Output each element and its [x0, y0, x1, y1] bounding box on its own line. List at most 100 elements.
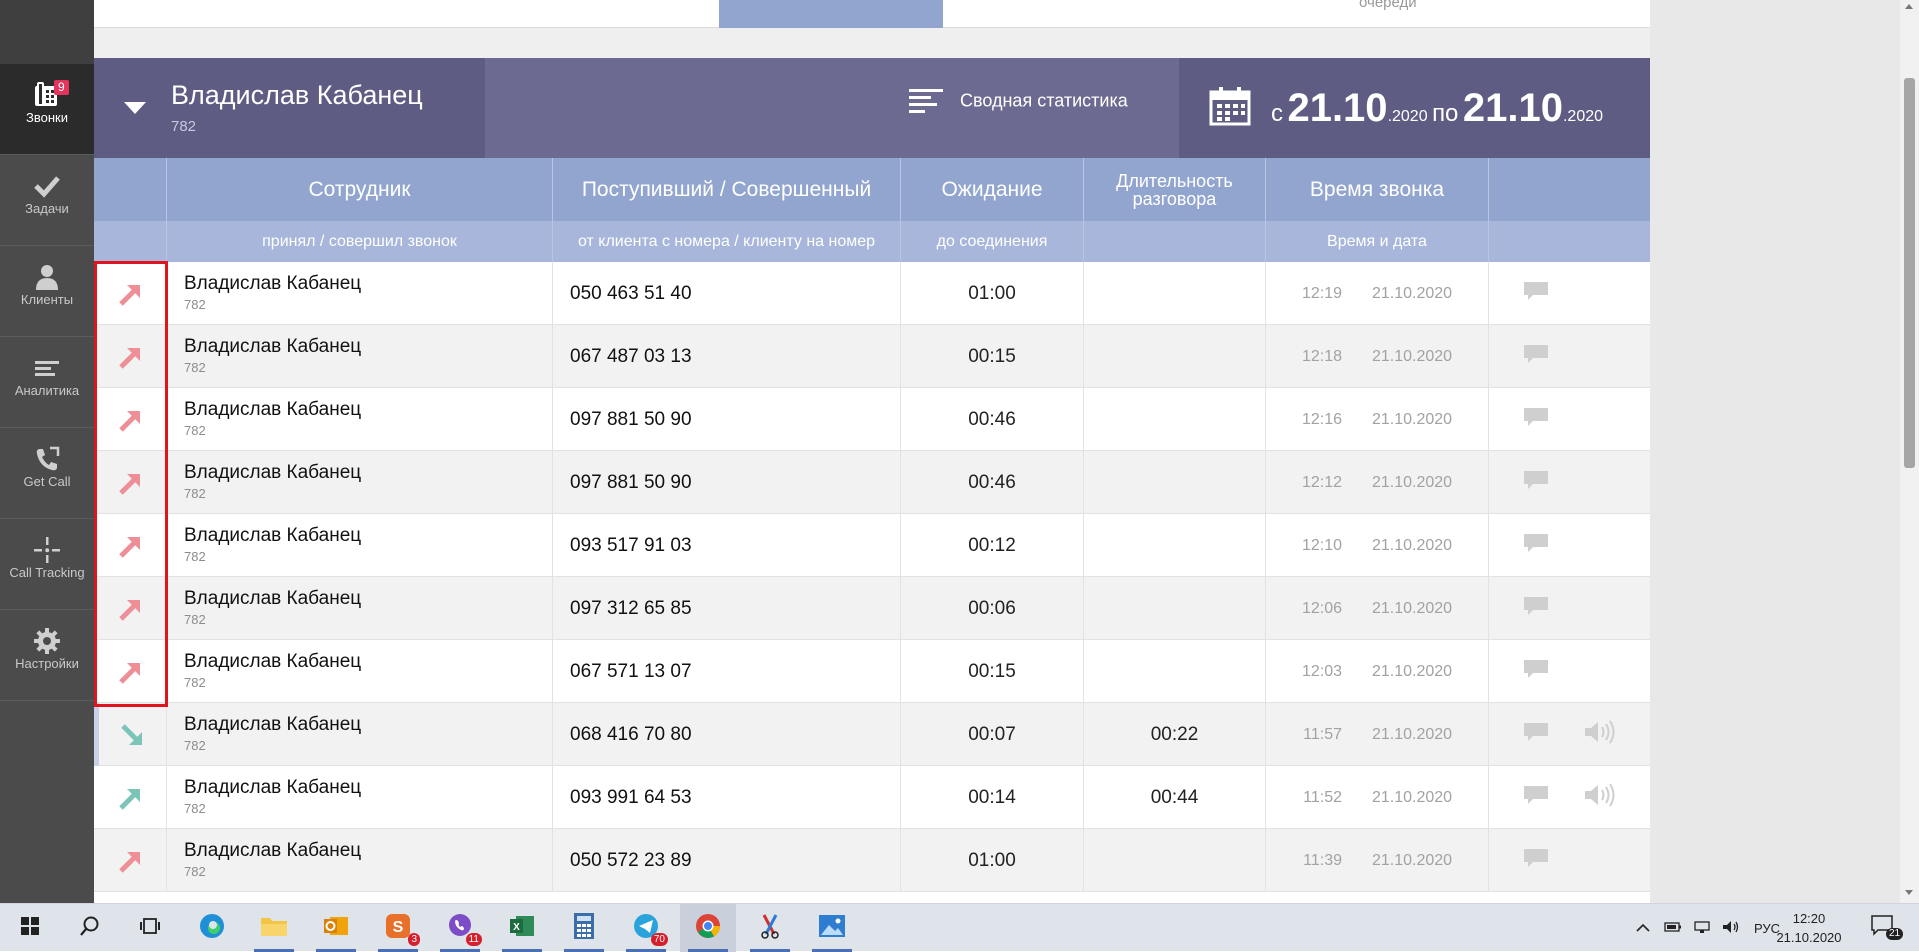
call-datetime: 11:57 21.10.2020	[1265, 703, 1488, 766]
sidebar-item-call-tracking[interactable]: Call Tracking	[0, 519, 94, 610]
chevron-up-icon[interactable]	[1636, 921, 1650, 936]
summary-stats-button[interactable]: Сводная статистика	[909, 88, 1128, 114]
comment-icon[interactable]	[1523, 785, 1549, 810]
call-direction-icon	[94, 451, 166, 514]
employee-name: Владислав Кабанец	[184, 777, 362, 798]
table-row[interactable]: Владислав Кабанец 782 097 312 65 85 00:06 12…	[94, 577, 1650, 640]
comment-icon[interactable]	[1523, 281, 1549, 306]
employee-header: Владислав Кабанец 782 Сводная статистика…	[94, 58, 1650, 158]
gear-icon	[0, 610, 94, 656]
sidebar-item-calls[interactable]: 9 Звонки	[0, 64, 94, 155]
taskbar-windows-start[interactable]	[0, 904, 60, 952]
phone-number: 097 881 50 90	[552, 451, 900, 514]
wait-time: 00:15	[900, 325, 1083, 388]
clock[interactable]: 12:20 21.10.2020	[1764, 909, 1854, 947]
table-row[interactable]: Владислав Кабанец 782 093 991 64 53 00:14 00…	[94, 766, 1650, 829]
header-number[interactable]: Поступивший / Совершенный	[552, 158, 900, 221]
taskbar-calculator[interactable]	[556, 904, 612, 952]
employee-name: Владислав Кабанец	[184, 840, 362, 861]
table-row[interactable]: Владислав Кабанец 782 067 571 13 07 00:15 12…	[94, 640, 1650, 703]
speaker-icon[interactable]	[1583, 720, 1615, 749]
call-date: 21.10.2020	[1372, 284, 1453, 302]
calculator-icon	[573, 912, 595, 945]
sidebar-item-clients[interactable]: Клиенты	[0, 246, 94, 337]
wait-time: 00:12	[900, 514, 1083, 577]
call-direction-icon	[94, 388, 166, 451]
network-icon[interactable]	[1694, 920, 1710, 937]
calls-table-body: Владислав Кабанец 782 050 463 51 40 01:00 12…	[94, 262, 1650, 892]
scroll-up-icon[interactable]	[1905, 4, 1913, 9]
sidebar-item-settings[interactable]: Настройки	[0, 610, 94, 701]
taskbar-skype[interactable]: S3	[370, 904, 426, 952]
employee-name: Владислав Кабанец	[184, 588, 362, 609]
taskbar-badge: 11	[465, 933, 482, 946]
taskbar-excel[interactable]: X	[494, 904, 550, 952]
table-row[interactable]: Владислав Кабанец 782 067 487 03 13 00:15 12…	[94, 325, 1650, 388]
taskbar-snipping-tool[interactable]	[742, 904, 798, 952]
vertical-scrollbar[interactable]	[1900, 0, 1919, 903]
comment-icon[interactable]	[1523, 407, 1549, 432]
comment-icon[interactable]	[1523, 848, 1549, 873]
header-wait[interactable]: Ожидание	[900, 158, 1083, 221]
sidebar: 9 Звонки Задачи Клиенты Аналитика Get Ca…	[0, 0, 94, 903]
taskbar-viber[interactable]: 11	[432, 904, 488, 952]
taskbar-file-explorer[interactable]	[246, 904, 302, 952]
talk-duration	[1083, 388, 1265, 451]
speaker-icon[interactable]	[1583, 783, 1615, 812]
scroll-down-icon[interactable]	[1905, 890, 1913, 895]
comment-icon[interactable]	[1523, 722, 1549, 747]
phone-number: 097 881 50 90	[552, 388, 900, 451]
comment-icon[interactable]	[1523, 470, 1549, 495]
taskbar-search[interactable]	[62, 904, 118, 952]
battery-icon[interactable]	[1664, 921, 1682, 936]
taskbar-edge[interactable]	[184, 904, 240, 952]
header-duration[interactable]: Длительность разговора	[1083, 158, 1265, 221]
table-row[interactable]: Владислав Кабанец 782 097 881 50 90 00:46 12…	[94, 388, 1650, 451]
notification-center[interactable]: 21	[1870, 914, 1904, 941]
handset-icon	[0, 428, 94, 474]
comment-icon[interactable]	[1523, 596, 1549, 621]
taskbar-outlook[interactable]	[308, 904, 364, 952]
table-row[interactable]: Владислав Кабанец 782 050 572 23 89 01:00 11…	[94, 829, 1650, 892]
top-tab-highlight[interactable]	[719, 0, 943, 28]
header-employee[interactable]: Сотрудник	[166, 158, 552, 221]
comment-icon[interactable]	[1523, 659, 1549, 684]
row-actions	[1488, 262, 1650, 325]
comment-icon[interactable]	[1523, 344, 1549, 369]
row-actions	[1488, 325, 1650, 388]
table-row[interactable]: Владислав Кабанец 782 050 463 51 40 01:00 12…	[94, 262, 1650, 325]
table-subheader-row: принял / совершил звонок от клиента с но…	[94, 221, 1650, 262]
sidebar-item-tasks[interactable]: Задачи	[0, 155, 94, 246]
app-window: 9 Звонки Задачи Клиенты Аналитика Get Ca…	[0, 0, 1919, 903]
call-direction-icon	[94, 703, 166, 766]
employee-cell: Владислав Кабанец 782	[166, 703, 552, 766]
employee-extension: 782	[184, 612, 206, 627]
taskbar-telegram[interactable]: 70	[618, 904, 674, 952]
sidebar-item-analytics[interactable]: Аналитика	[0, 337, 94, 428]
table-row[interactable]: Владислав Кабанец 782 068 416 70 80 00:07 00…	[94, 703, 1650, 766]
employee-selector[interactable]: Владислав Кабанец 782	[94, 58, 485, 158]
header-time[interactable]: Время звонка	[1265, 158, 1488, 221]
call-date: 21.10.2020	[1372, 347, 1453, 365]
date-range[interactable]: с 21.10.2020 по 21.10.2020	[1179, 58, 1650, 158]
sidebar-item-get-call[interactable]: Get Call	[0, 428, 94, 519]
sidebar-top	[0, 0, 94, 64]
employee-name: Владислав Кабанец	[184, 399, 362, 420]
table-row[interactable]: Владислав Кабанец 782 097 881 50 90 00:46 12…	[94, 451, 1650, 514]
taskbar-photos[interactable]	[804, 904, 860, 952]
caret-down-icon[interactable]	[124, 102, 146, 114]
scrollbar-thumb[interactable]	[1904, 78, 1915, 468]
comment-icon[interactable]	[1523, 533, 1549, 558]
table-row[interactable]: Владислав Кабанец 782 093 517 91 03 00:12 12…	[94, 514, 1650, 577]
employee-cell: Владислав Кабанец 782	[166, 640, 552, 703]
subheader-duration	[1083, 221, 1265, 262]
calendar-icon[interactable]	[1209, 86, 1251, 126]
employee-extension: 782	[184, 675, 206, 690]
volume-icon[interactable]	[1722, 920, 1740, 937]
date-to-year: .2020	[1562, 108, 1604, 125]
subheader-number: от клиента с номера / клиенту на номер	[552, 221, 900, 262]
clock-date: 21.10.2020	[1776, 930, 1842, 945]
employee-name: Владислав Кабанец	[184, 273, 362, 294]
taskbar-chrome[interactable]	[680, 904, 736, 952]
taskbar-task-view[interactable]	[122, 904, 178, 952]
